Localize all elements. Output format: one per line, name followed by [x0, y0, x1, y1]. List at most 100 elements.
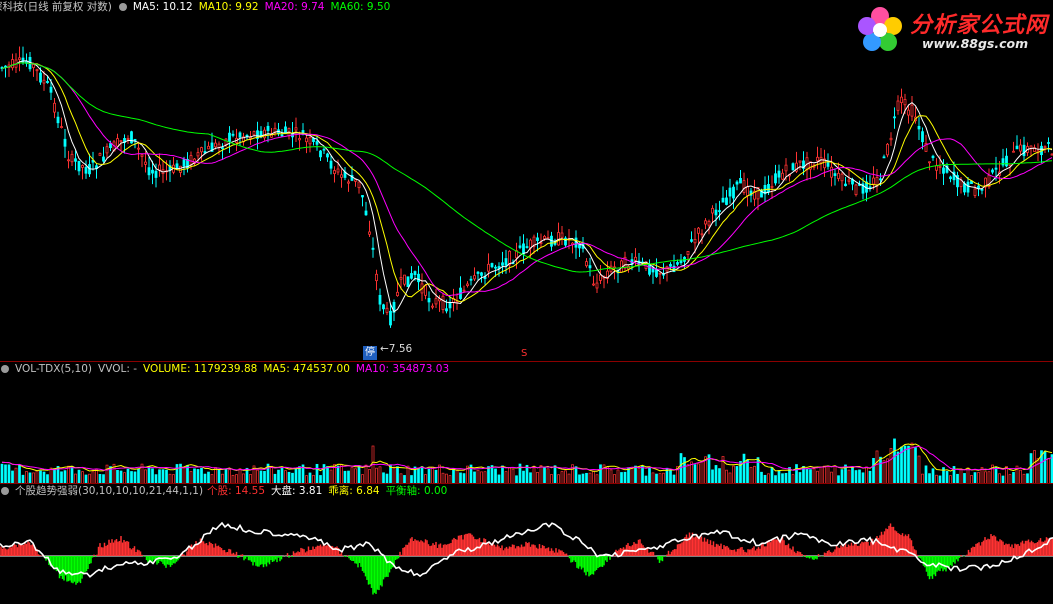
- candle: [655, 258, 658, 278]
- volume-bar: [434, 469, 438, 484]
- candle: [735, 180, 739, 191]
- volume-bar: [417, 467, 420, 484]
- volume-bar: [1033, 450, 1036, 484]
- candle: [382, 303, 385, 315]
- volume-bar: [165, 469, 168, 484]
- candle: [886, 143, 889, 158]
- candle: [490, 262, 494, 269]
- volume-bar: [812, 468, 816, 484]
- candle: [777, 164, 781, 184]
- candle: [595, 273, 599, 294]
- candle: [585, 258, 588, 268]
- volume-bar: [606, 466, 609, 484]
- low-price-label: ←7.56: [380, 343, 413, 355]
- volume-bar: [14, 467, 18, 484]
- candle: [249, 130, 252, 145]
- candle: [452, 288, 455, 312]
- settings-dot-icon[interactable]: [1, 365, 9, 373]
- volume-panel[interactable]: VOL-TDX(5,10) VVOL: - VOLUME: 1179239.88 MA…: [0, 362, 1053, 484]
- candle: [147, 157, 151, 180]
- candle: [840, 172, 844, 191]
- candle: [18, 46, 21, 72]
- candle: [186, 152, 189, 173]
- logo-name: 分析家公式网: [910, 13, 1049, 38]
- candle: [634, 248, 637, 267]
- candle: [805, 151, 809, 181]
- flower-logo-icon: [858, 7, 902, 51]
- candle: [690, 231, 693, 243]
- volume-bar: [630, 468, 634, 484]
- volume-labels: VOLUME: 1179239.88 MA5: 474537.00 MA10: 35…: [143, 363, 455, 375]
- volume-label-2: MA10: 354873.03: [355, 363, 450, 375]
- candle: [956, 171, 959, 197]
- volume-bar: [732, 465, 735, 484]
- volume-bar: [455, 469, 459, 484]
- candle: [592, 275, 595, 287]
- candle: [70, 150, 74, 167]
- volume-bar: [753, 465, 756, 484]
- candle: [221, 143, 224, 160]
- volume-bar: [609, 469, 613, 484]
- volume-bar: [833, 465, 837, 484]
- volume-bar: [182, 467, 186, 484]
- volume-bar: [693, 464, 697, 484]
- candle: [949, 175, 952, 183]
- settings-dot-icon[interactable]: [118, 3, 127, 11]
- candle: [984, 177, 987, 198]
- volume-bar: [718, 468, 721, 484]
- candle: [410, 266, 413, 280]
- volume-bar: [805, 468, 809, 484]
- candle: [711, 205, 714, 224]
- volume-bar: [917, 455, 921, 484]
- volume-bar: [539, 465, 543, 484]
- volume-bar: [67, 465, 70, 484]
- logo-url[interactable]: www.88gs.com: [922, 36, 1028, 51]
- volume-bar: [809, 469, 812, 484]
- volume-bar: [357, 465, 361, 484]
- volume-bar: [854, 470, 858, 484]
- volume-chart[interactable]: [0, 362, 1053, 484]
- volume-bar: [494, 468, 497, 484]
- candle: [35, 68, 39, 81]
- candle: [84, 160, 88, 179]
- candle: [893, 107, 896, 129]
- volume-bar: [105, 464, 109, 484]
- volume-bar: [543, 467, 546, 484]
- volume-bar: [95, 468, 98, 484]
- candle: [809, 161, 812, 180]
- candle: [1012, 141, 1015, 153]
- candle: [375, 269, 378, 291]
- indicator-label-3: 平衡轴: 0.00: [385, 485, 448, 497]
- candle: [270, 127, 273, 138]
- candle: [434, 289, 438, 309]
- candle: [466, 281, 469, 288]
- volume-bar: [378, 466, 382, 484]
- volume-bar: [193, 468, 196, 484]
- trend-strength-chart[interactable]: [0, 484, 1053, 604]
- candle: [662, 263, 665, 279]
- candle: [816, 146, 819, 170]
- volume-bar: [574, 466, 578, 484]
- candle: [88, 153, 91, 178]
- volume-bar: [49, 467, 53, 484]
- candle: [263, 127, 266, 141]
- volume-bar: [336, 465, 340, 484]
- indicator-panel[interactable]: 个股趋势强弱(30,10,10,10,21,44,1,1) 个股: 14.55 大盘…: [0, 484, 1053, 604]
- volume-bar: [840, 469, 844, 484]
- volume-bar: [151, 468, 154, 484]
- price-title: 深科技(日线 前复权 对数): [0, 1, 112, 13]
- settings-dot-icon[interactable]: [1, 487, 9, 495]
- volume-bar: [452, 468, 455, 484]
- price-panel[interactable]: 深科技(日线 前复权 对数) MA5: 10.12 MA10: 9.92 MA20: …: [0, 0, 1053, 362]
- volume-bar: [893, 438, 896, 484]
- volume-bar: [322, 464, 326, 484]
- candle: [431, 303, 434, 310]
- indicator-label-2: 乖离: 6.84: [328, 485, 380, 497]
- volume-header: VOL-TDX(5,10) VVOL: - VOLUME: 1179239.88 MA…: [0, 362, 461, 376]
- candle: [924, 134, 928, 152]
- ma-label-0: MA5: 10.12: [132, 1, 193, 13]
- volume-bar: [525, 464, 529, 484]
- candle: [417, 265, 420, 291]
- volume-bar: [4, 464, 7, 484]
- volume-bar: [147, 466, 151, 484]
